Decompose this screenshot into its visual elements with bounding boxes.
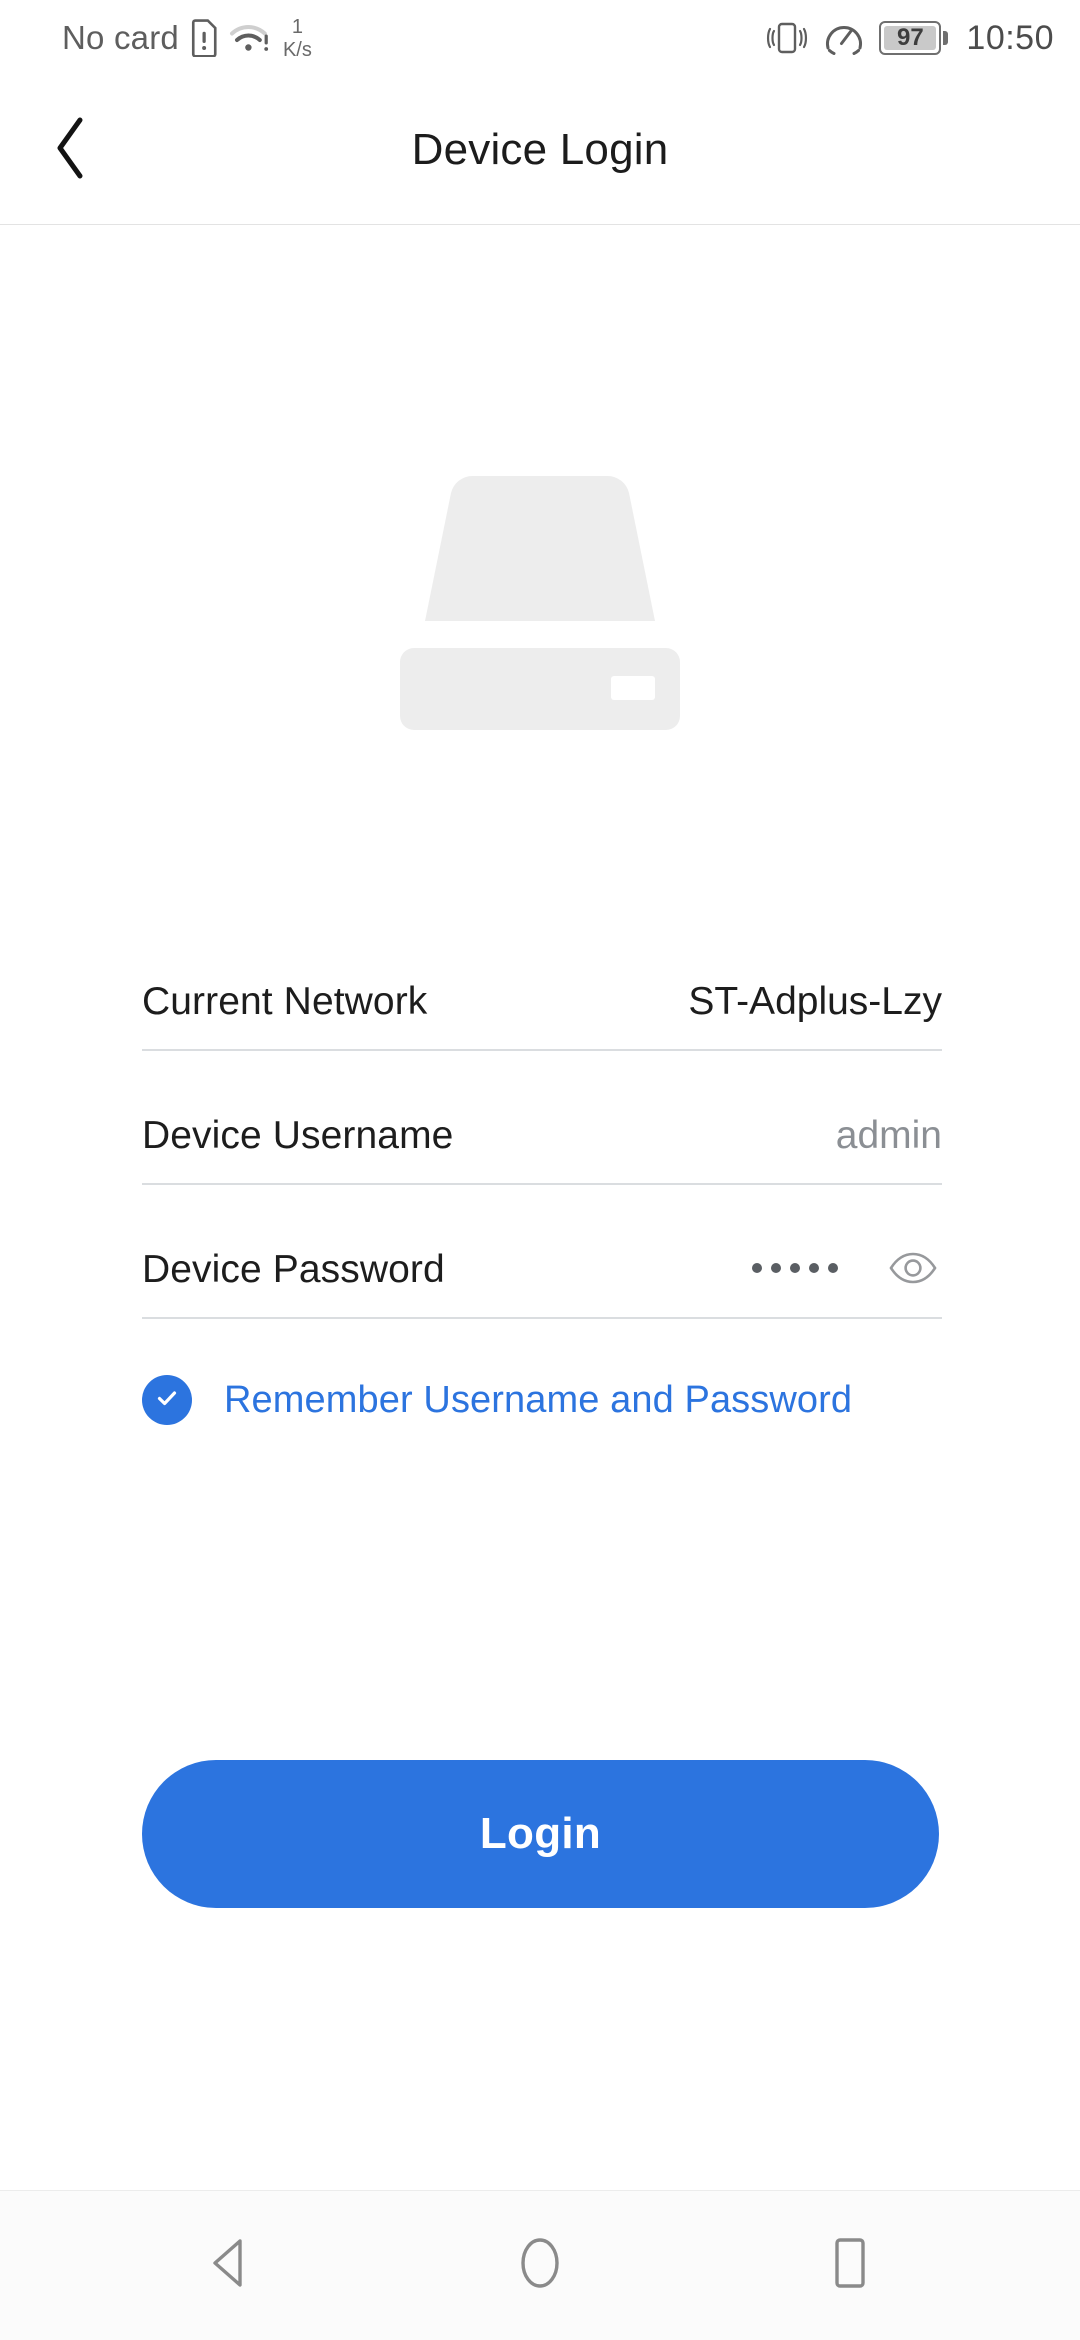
- android-navigation-bar: [0, 2190, 1080, 2340]
- password-dot: [771, 1263, 781, 1273]
- toggle-password-visibility-button[interactable]: [884, 1248, 942, 1292]
- checkmark-icon: [153, 1384, 181, 1417]
- field-label: Device Username: [142, 1114, 454, 1157]
- password-dot: [828, 1263, 838, 1273]
- network-device-icon: [362, 470, 718, 730]
- network-speed-unit: K/s: [282, 38, 312, 61]
- field-label: Device Password: [142, 1248, 445, 1291]
- remember-credentials-row[interactable]: Remember Username and Password: [142, 1375, 852, 1425]
- remember-checkbox[interactable]: [142, 1375, 192, 1425]
- triangle-back-icon: [207, 2237, 253, 2294]
- field-label: Current Network: [142, 980, 428, 1023]
- wifi-warning-icon: [229, 21, 269, 55]
- network-speed-indicator: 1 K/s: [283, 17, 312, 60]
- password-dot: [752, 1263, 762, 1273]
- device-password-input[interactable]: [752, 1263, 838, 1277]
- device-login-screen: No card 1 K/s 97 10:50 Device Login Curr…: [0, 0, 1080, 2340]
- eye-icon: [888, 1251, 938, 1290]
- login-form: Current Network ST-Adplus-Lzy Device Use…: [142, 955, 942, 1319]
- carrier-label: No card: [62, 19, 179, 56]
- password-right-group: [752, 1248, 942, 1292]
- circle-home-icon: [514, 2235, 566, 2296]
- page-title: Device Login: [411, 125, 669, 174]
- chevron-left-icon: [52, 116, 88, 185]
- device-username-input[interactable]: admin: [836, 1114, 942, 1158]
- nav-recents-button[interactable]: [750, 2191, 950, 2340]
- current-network-value: ST-Adplus-Lzy: [688, 980, 942, 1023]
- device-illustration: [0, 470, 1080, 730]
- square-recents-icon: [827, 2235, 873, 2296]
- field-current-network: Current Network ST-Adplus-Lzy: [142, 955, 942, 1051]
- network-speed-value: 1: [291, 15, 303, 38]
- sim-card-alert-icon: [189, 19, 219, 57]
- login-button[interactable]: Login: [142, 1760, 939, 1908]
- back-button[interactable]: [22, 102, 118, 198]
- app-bar: Device Login: [0, 76, 1080, 225]
- speedometer-icon: [823, 19, 865, 57]
- battery-level-label: 97: [897, 24, 924, 51]
- status-bar-right: 97 10:50: [765, 19, 1054, 58]
- password-dot: [809, 1263, 819, 1273]
- field-device-username[interactable]: Device Username admin: [142, 1089, 942, 1185]
- status-bar-left: No card 1 K/s: [62, 17, 312, 60]
- nav-home-button[interactable]: [440, 2191, 640, 2340]
- field-device-password[interactable]: Device Password: [142, 1223, 942, 1319]
- battery-icon: 97: [879, 21, 949, 55]
- status-bar-clock: 10:50: [966, 18, 1054, 57]
- nav-back-button[interactable]: [130, 2191, 330, 2340]
- password-dot: [790, 1263, 800, 1273]
- status-bar: No card 1 K/s 97 10:50: [0, 0, 1080, 76]
- remember-label: Remember Username and Password: [224, 1378, 853, 1421]
- vibrate-icon: [765, 19, 809, 57]
